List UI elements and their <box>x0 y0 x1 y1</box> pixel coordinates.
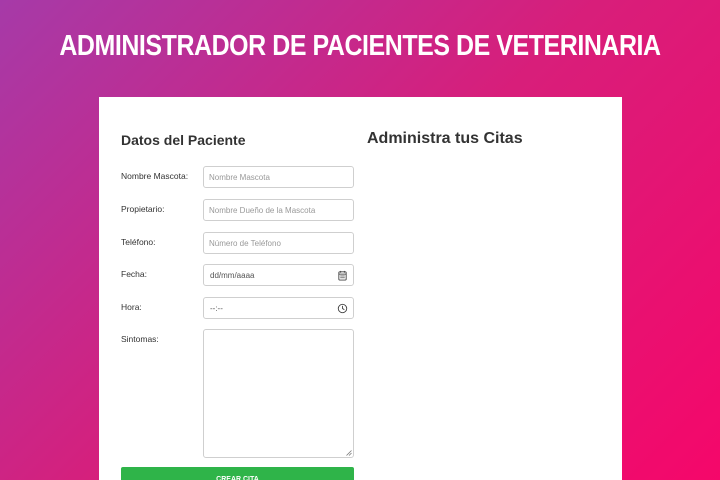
telefono-input[interactable] <box>203 232 354 254</box>
fecha-value: dd/mm/aaaa <box>210 271 255 280</box>
hora-input[interactable]: --:-- <box>203 297 354 319</box>
resize-grip-icon[interactable] <box>346 450 352 456</box>
crear-cita-button[interactable]: CREAR CITA <box>121 467 354 480</box>
fecha-label: Fecha: <box>121 269 147 279</box>
mascota-label: Nombre Mascota: <box>121 171 189 181</box>
row-propietario: Propietario: <box>121 199 354 221</box>
sintomas-textarea[interactable] <box>203 329 354 458</box>
main-card: Datos del Paciente Administra tus Citas … <box>99 97 622 480</box>
propietario-label: Propietario: <box>121 204 165 214</box>
app-title: ADMINISTRADOR DE PACIENTES DE VETERINARI… <box>59 30 661 62</box>
fecha-input[interactable]: dd/mm/aaaa <box>203 264 354 286</box>
sintomas-label: Sintomas: <box>121 334 159 344</box>
calendar-icon[interactable] <box>337 270 348 281</box>
row-telefono: Teléfono: <box>121 232 354 254</box>
form-heading: Datos del Paciente <box>121 132 246 148</box>
hora-value: --:-- <box>210 304 223 313</box>
telefono-label: Teléfono: <box>121 237 156 247</box>
mascota-input[interactable] <box>203 166 354 188</box>
clock-icon[interactable] <box>337 303 348 314</box>
appointments-heading: Administra tus Citas <box>367 130 523 147</box>
row-fecha: Fecha: dd/mm/aaaa <box>121 264 354 286</box>
row-mascota: Nombre Mascota: <box>121 166 354 188</box>
row-hora: Hora: --:-- <box>121 297 354 319</box>
propietario-input[interactable] <box>203 199 354 221</box>
hora-label: Hora: <box>121 302 142 312</box>
